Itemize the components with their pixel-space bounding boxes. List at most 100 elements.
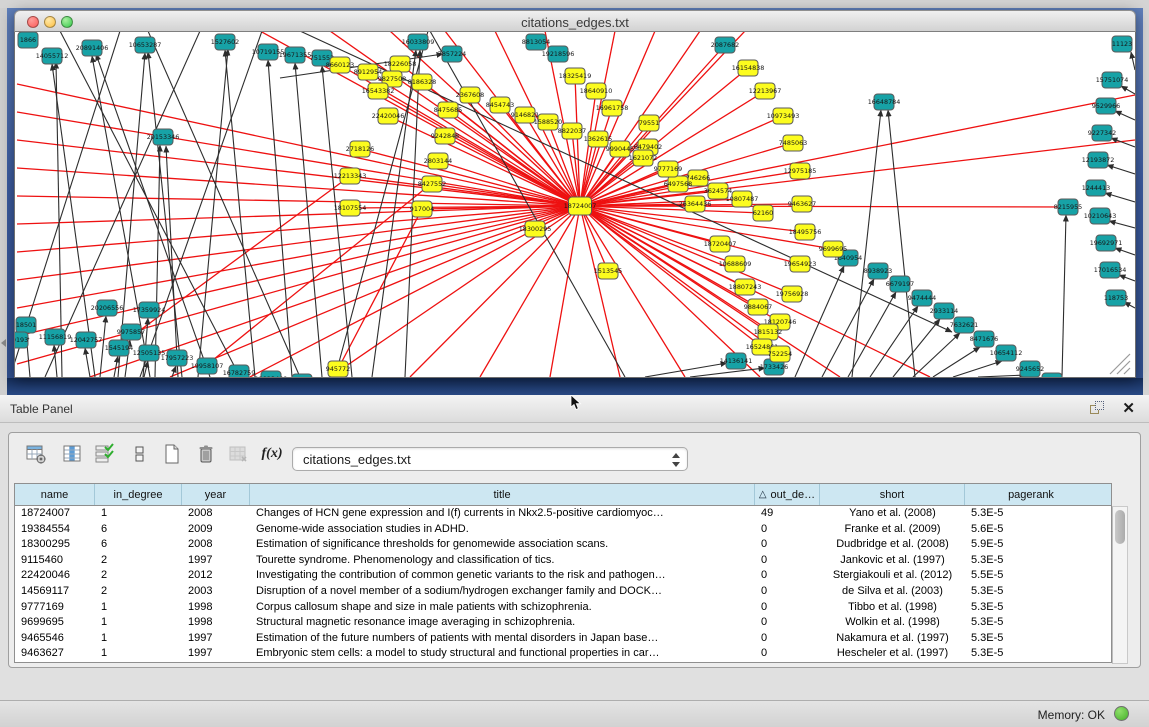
graph-node[interactable]: 19958107 xyxy=(191,358,224,374)
table-cell[interactable]: Genome-wide association studies in ADHD. xyxy=(250,522,755,538)
graph-node[interactable]: 2718126 xyxy=(346,141,374,157)
column-header-outde[interactable]: △out_de… xyxy=(755,484,820,505)
table-cell[interactable]: Disruption of a novel member of a sodium… xyxy=(250,584,755,600)
graph-node[interactable]: 8427552 xyxy=(418,176,446,192)
graph-node[interactable]: 8471676 xyxy=(970,331,998,347)
table-cell[interactable]: 0 xyxy=(755,646,820,662)
graph-node[interactable]: 19756928 xyxy=(776,286,809,302)
graph-node[interactable]: 9474444 xyxy=(908,290,936,306)
table-cell[interactable]: Embryonic stem cells: a model to study s… xyxy=(250,646,755,662)
network-canvas[interactable]: 1866140557122089140610653287152760210719… xyxy=(14,32,1136,378)
function-builder-icon[interactable]: f(x) xyxy=(259,441,285,467)
graph-node[interactable]: 8475685 xyxy=(434,102,462,118)
table-cell[interactable]: 5.3E-5 xyxy=(965,631,1097,647)
graph-node[interactable] xyxy=(1042,373,1062,378)
graph-node[interactable]: 7485063 xyxy=(779,135,807,151)
table-cell[interactable]: 9463627 xyxy=(15,646,95,662)
table-row[interactable]: 2242004622012Investigating the contribut… xyxy=(15,568,1111,584)
graph-node[interactable]: 7857224 xyxy=(438,46,466,62)
table-cell[interactable]: 1 xyxy=(95,600,182,616)
graph-node[interactable]: 9529966 xyxy=(1092,98,1120,114)
graph-node[interactable]: 18495756 xyxy=(789,224,822,240)
table-cell[interactable]: 18300295 xyxy=(15,537,95,553)
graph-node[interactable]: 9975857 xyxy=(117,324,145,340)
panel-collapse-arrow-icon[interactable] xyxy=(1,339,6,347)
graph-node[interactable]: 9463627 xyxy=(788,196,816,212)
graph-node[interactable]: 8660123 xyxy=(326,57,354,73)
table-cell[interactable]: 0 xyxy=(755,553,820,569)
select-columns-icon[interactable] xyxy=(91,441,117,467)
table-cell[interactable]: 1998 xyxy=(182,615,250,631)
graph-node[interactable]: 16648784 xyxy=(868,94,901,110)
graph-node[interactable]: 12213343 xyxy=(334,168,367,184)
table-row[interactable]: 1456911722003Disruption of a novel membe… xyxy=(15,584,1111,600)
graph-node[interactable]: 1621072 xyxy=(629,150,657,166)
table-cell[interactable]: 0 xyxy=(755,631,820,647)
table-cell[interactable]: 5.3E-5 xyxy=(965,646,1097,662)
table-vertical-scrollbar[interactable] xyxy=(1112,506,1128,664)
table-cell[interactable]: 5.3E-5 xyxy=(965,584,1097,600)
graph-node[interactable]: 14136141 xyxy=(720,353,753,369)
graph-node[interactable]: 14055712 xyxy=(36,48,69,64)
table-cell[interactable]: 2008 xyxy=(182,537,250,553)
table-cell[interactable]: 1997 xyxy=(182,646,250,662)
graph-node[interactable]: 12975185 xyxy=(784,163,817,179)
table-cell[interactable]: 49 xyxy=(755,506,820,522)
graph-node[interactable]: 8186328 xyxy=(408,74,436,90)
column-header-short[interactable]: short xyxy=(820,484,965,505)
graph-node[interactable]: 20206556 xyxy=(91,300,124,316)
table-cell[interactable]: 2 xyxy=(95,584,182,600)
table-cell[interactable]: 1997 xyxy=(182,631,250,647)
table-cell[interactable]: 1998 xyxy=(182,600,250,616)
memory-status-indicator[interactable] xyxy=(1114,706,1129,721)
graph-node[interactable]: 18724007 xyxy=(564,197,597,215)
table-cell[interactable]: 0 xyxy=(755,537,820,553)
table-cell[interactable]: Structural magnetic resonance image aver… xyxy=(250,615,755,631)
table-cell[interactable]: 2008 xyxy=(182,506,250,522)
table-cell[interactable]: 1 xyxy=(95,615,182,631)
table-cell[interactable]: 9115460 xyxy=(15,553,95,569)
network-graph[interactable]: 1866140557122089140610653287152760210719… xyxy=(15,32,1135,378)
graph-node[interactable] xyxy=(292,374,312,378)
column-header-year[interactable]: year xyxy=(182,484,250,505)
table-mode-icon[interactable] xyxy=(23,441,49,467)
graph-node[interactable]: 917004 xyxy=(410,201,434,217)
graph-node[interactable]: 7632621 xyxy=(950,317,978,333)
table-cell[interactable]: 5.3E-5 xyxy=(965,506,1097,522)
graph-node[interactable]: 1815132 xyxy=(754,324,782,340)
table-cell[interactable]: 5.3E-5 xyxy=(965,600,1097,616)
graph-node[interactable]: 1513545 xyxy=(594,263,622,279)
merge-tables-icon[interactable] xyxy=(127,441,153,467)
table-cell[interactable]: Dudbridge et al. (2008) xyxy=(820,537,965,553)
table-cell[interactable]: Tourette syndrome. Phenomenology and cla… xyxy=(250,553,755,569)
graph-node[interactable]: 8938923 xyxy=(864,263,892,279)
graph-node[interactable]: 18720407 xyxy=(704,236,737,252)
table-cell[interactable]: Estimation of significance thresholds fo… xyxy=(250,537,755,553)
graph-node[interactable]: 39193 xyxy=(15,332,28,348)
graph-node[interactable]: 79551 xyxy=(639,115,659,131)
column-header-pagerank[interactable]: pagerank xyxy=(965,484,1097,505)
table-cell[interactable]: Hescheler et al. (1997) xyxy=(820,646,965,662)
graph-node[interactable]: 11123 xyxy=(1112,36,1132,52)
graph-node[interactable]: 1244413 xyxy=(1082,180,1110,196)
table-cell[interactable]: 9465546 xyxy=(15,631,95,647)
table-cell[interactable]: 5.5E-5 xyxy=(965,568,1097,584)
table-cell[interactable]: 9777169 xyxy=(15,600,95,616)
graph-node[interactable]: 18325419 xyxy=(559,68,592,84)
graph-node[interactable]: 9227342 xyxy=(1088,125,1116,141)
table-cell[interactable]: Stergiakouli et al. (2012) xyxy=(820,568,965,584)
graph-node[interactable]: 9777169 xyxy=(654,161,682,177)
float-panel-icon[interactable] xyxy=(1090,401,1105,416)
table-row[interactable]: 969969511998Structural magnetic resonanc… xyxy=(15,615,1111,631)
graph-node[interactable]: 10688609 xyxy=(719,256,752,272)
table-cell[interactable]: 1 xyxy=(95,631,182,647)
graph-node[interactable]: 9884067 xyxy=(744,299,772,315)
graph-node[interactable]: 6497568 xyxy=(664,176,692,192)
table-cell[interactable]: 18724007 xyxy=(15,506,95,522)
table-row[interactable]: 946362711997Embryonic stem cells: a mode… xyxy=(15,646,1111,662)
table-cell[interactable]: Changes of HCN gene expression and I(f) … xyxy=(250,506,755,522)
table-cell[interactable]: 1 xyxy=(95,646,182,662)
table-cell[interactable]: 5.9E-5 xyxy=(965,537,1097,553)
table-cell[interactable]: 19384554 xyxy=(15,522,95,538)
close-panel-icon[interactable]: ✕ xyxy=(1122,399,1135,417)
